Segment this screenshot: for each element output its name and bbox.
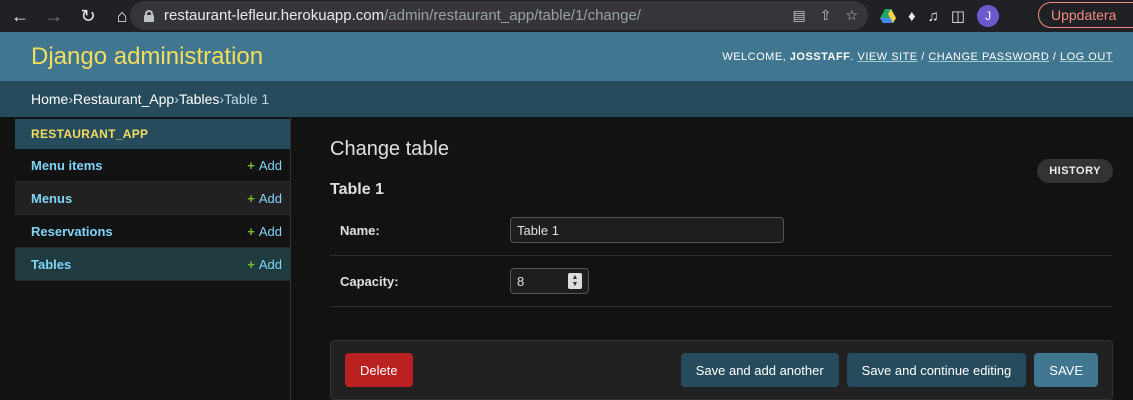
- browser-toolbar: ← → ↻ ⌂ restaurant-lefleur.herokuapp.com…: [0, 0, 1133, 32]
- reload-icon[interactable]: ↻: [74, 2, 102, 30]
- add-table-link[interactable]: + Add: [247, 257, 282, 272]
- share-icon[interactable]: ⇧: [820, 7, 832, 24]
- name-label: Name:: [340, 222, 380, 238]
- welcome-text: WELCOME,: [722, 50, 790, 63]
- bookmark-star-icon[interactable]: ☆: [845, 7, 858, 24]
- google-drive-icon[interactable]: [880, 9, 896, 23]
- capacity-value: 8: [517, 273, 525, 289]
- lock-icon: [144, 9, 154, 22]
- app-module-caption[interactable]: RESTAURANT_APP: [15, 119, 290, 149]
- update-browser-button[interactable]: Uppdatera: [1038, 2, 1133, 28]
- sidebar-item-menus: Menus + Add: [15, 182, 290, 215]
- site-header: Django administration WELCOME, JOSSTAFF.…: [0, 32, 1133, 81]
- object-title: Table 1: [330, 181, 384, 198]
- breadcrumb-app[interactable]: Restaurant_App: [73, 91, 174, 107]
- username: JOSSTAFF: [789, 50, 851, 63]
- sidebar-item-label[interactable]: Menus: [31, 191, 72, 206]
- sidebar-item-reservations: Reservations + Add: [15, 215, 290, 248]
- change-password-link[interactable]: CHANGE PASSWORD: [928, 51, 1049, 63]
- sidebar-item-label[interactable]: Reservations: [31, 224, 113, 239]
- add-label: Add: [258, 223, 282, 239]
- add-menu-link[interactable]: + Add: [247, 191, 282, 206]
- user-separator: .: [850, 50, 858, 63]
- save-and-continue-button[interactable]: Save and continue editing: [846, 353, 1027, 387]
- nav-sidebar: RESTAURANT_APP Menu items + Add Menus + Ad…: [0, 117, 291, 400]
- add-reservation-link[interactable]: + Add: [247, 224, 282, 239]
- update-label: Uppdatera: [1051, 7, 1117, 23]
- main-content: Change table HISTORY Table 1 Name: Table…: [291, 117, 1133, 400]
- save-button[interactable]: SAVE: [1034, 353, 1098, 387]
- forward-arrow-icon[interactable]: →: [40, 2, 68, 30]
- translate-icon[interactable]: ▤: [792, 7, 805, 24]
- breadcrumb: Home › Restaurant_App › Tables › Table 1: [0, 81, 1133, 117]
- media-control-icon[interactable]: ♫: [928, 8, 939, 25]
- tools-separator-2: /: [1049, 50, 1060, 63]
- profile-avatar[interactable]: J: [977, 5, 1000, 27]
- plus-icon: +: [247, 190, 255, 206]
- sidebar-item-menu-items: Menu items + Add: [15, 149, 290, 182]
- breadcrumb-home[interactable]: Home: [31, 91, 68, 107]
- history-button[interactable]: HISTORY: [1037, 159, 1113, 183]
- tools-separator-1: /: [917, 50, 929, 63]
- add-label: Add: [258, 157, 282, 173]
- delete-button[interactable]: Delete: [345, 353, 413, 387]
- address-bar[interactable]: restaurant-lefleur.herokuapp.com/admin/r…: [130, 1, 868, 30]
- capacity-label: Capacity:: [340, 273, 399, 289]
- add-menu-item-link[interactable]: + Add: [247, 158, 282, 173]
- user-tools: WELCOME, JOSSTAFF. VIEW SITE / CHANGE PA…: [722, 51, 1113, 63]
- name-value: Table 1: [517, 222, 559, 238]
- sidebar-item-tables: Tables + Add: [15, 248, 290, 281]
- spinner-arrows-icon[interactable]: ▲ ▼: [568, 273, 582, 289]
- sidebar-item-label[interactable]: Tables: [31, 257, 71, 272]
- extensions-puzzle-icon[interactable]: ♦: [908, 8, 916, 25]
- url-host: restaurant-lefleur.herokuapp.com: [164, 7, 385, 24]
- submit-row: Delete Save and add another Save and con…: [330, 340, 1113, 400]
- plus-icon: +: [247, 256, 255, 272]
- form-row-name: Name: Table 1: [330, 205, 1113, 256]
- side-panel-icon[interactable]: ◫: [951, 7, 965, 25]
- plus-icon: +: [247, 223, 255, 239]
- breadcrumb-current: Table 1: [224, 91, 270, 107]
- plus-icon: +: [247, 157, 255, 173]
- back-arrow-icon[interactable]: ←: [6, 2, 34, 30]
- name-field[interactable]: Table 1: [510, 217, 784, 243]
- fieldset: Name: Table 1 Capacity: 8 ▲ ▼: [330, 205, 1113, 307]
- sidebar-item-label[interactable]: Menu items: [31, 158, 103, 173]
- url-path: /admin/restaurant_app/table/1/change/: [384, 7, 641, 24]
- page-title: Change table: [330, 138, 449, 160]
- form-row-capacity: Capacity: 8 ▲ ▼: [330, 256, 1113, 307]
- log-out-link[interactable]: LOG OUT: [1060, 51, 1113, 63]
- site-branding[interactable]: Django administration: [31, 43, 263, 71]
- save-and-add-another-button[interactable]: Save and add another: [680, 353, 839, 387]
- view-site-link[interactable]: VIEW SITE: [858, 51, 918, 63]
- add-label: Add: [258, 256, 282, 272]
- breadcrumb-model[interactable]: Tables: [179, 91, 219, 107]
- capacity-stepper[interactable]: 8 ▲ ▼: [510, 268, 589, 294]
- add-label: Add: [258, 190, 282, 206]
